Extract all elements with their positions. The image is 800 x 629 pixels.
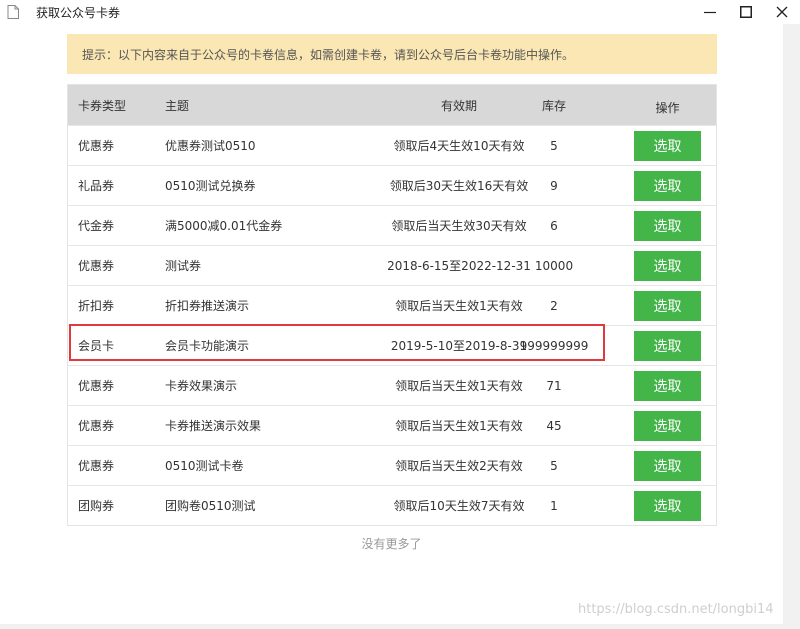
cell-name: 优惠券测试0510 — [165, 139, 256, 153]
close-button[interactable] — [764, 0, 800, 24]
table-header: 卡券类型 主题 有效期 库存 操作 — [68, 85, 716, 125]
minimize-icon — [704, 11, 716, 14]
cell-stock: 5 — [550, 138, 558, 153]
cell-op: 选取 — [634, 246, 701, 285]
table-row: 优惠券 0510测试卡卷 领取后当天生效2天有效 5 选取 — [68, 445, 716, 485]
cell-op: 选取 — [634, 166, 701, 205]
table-row: 优惠券 优惠券测试0510 领取后4天生效10天有效 5 选取 — [68, 125, 716, 165]
maximize-icon — [740, 6, 752, 18]
cell-stock: 10000 — [534, 258, 574, 273]
cell-name: 卡券效果演示 — [165, 379, 238, 393]
cell-type: 团购券 — [78, 499, 115, 513]
notice-text: 提示：以下内容来自于公众号的卡卷信息，如需创建卡卷，请到公众号后台卡卷功能中操作… — [82, 47, 575, 62]
horizontal-scrollbar[interactable] — [0, 624, 800, 629]
table-row: 礼品券 0510测试兑换券 领取后30天生效16天有效 9 选取 — [68, 165, 716, 205]
cell-op: 选取 — [634, 286, 701, 325]
table-row: 会员卡 会员卡功能演示 2019-5-10至2019-8-31 999999999 选取 — [68, 325, 716, 365]
header-name: 主题 — [165, 98, 190, 113]
cell-type: 代金券 — [78, 219, 115, 233]
table-row: 优惠券 测试券 2018-6-15至2022-12-31 10000 选取 — [68, 245, 716, 285]
header-stock: 库存 — [541, 98, 566, 113]
cell-stock: 9 — [550, 178, 558, 193]
vertical-scrollbar[interactable] — [783, 24, 800, 624]
watermark: https://blog.csdn.net/longbi14 — [578, 602, 774, 617]
cell-type: 优惠券 — [78, 139, 115, 153]
no-more-text: 没有更多了 — [361, 537, 422, 551]
maximize-button[interactable] — [728, 0, 764, 24]
cell-name: 测试券 — [165, 259, 202, 273]
cell-type: 优惠券 — [78, 259, 115, 273]
cell-stock: 999999999 — [519, 338, 589, 353]
header-type: 卡券类型 — [78, 98, 127, 113]
notice-banner: 提示：以下内容来自于公众号的卡卷信息，如需创建卡卷，请到公众号后台卡卷功能中操作… — [67, 34, 717, 74]
cell-stock: 71 — [546, 378, 562, 393]
select-button[interactable]: 选取 — [634, 330, 701, 361]
cell-name: 0510测试卡卷 — [165, 459, 244, 473]
minimize-button[interactable] — [692, 0, 728, 24]
document-icon — [7, 5, 19, 19]
cell-name: 团购卷0510测试 — [165, 499, 256, 513]
header-op: 操作 — [655, 100, 680, 115]
cell-op: 选取 — [634, 486, 701, 525]
cell-stock: 2 — [550, 298, 558, 313]
cell-stock: 1 — [550, 498, 558, 513]
select-button[interactable]: 选取 — [634, 370, 701, 401]
select-button[interactable]: 选取 — [634, 490, 701, 521]
cell-name: 会员卡功能演示 — [165, 339, 250, 353]
cell-op: 选取 — [634, 126, 701, 165]
cell-op: 选取 — [634, 326, 701, 365]
table-row: 团购券 团购卷0510测试 领取后10天生效7天有效 1 选取 — [68, 485, 716, 525]
cell-type: 优惠券 — [78, 459, 115, 473]
cell-type: 优惠券 — [78, 419, 115, 433]
table-row: 代金券 满5000减0.01代金券 领取后当天生效30天有效 6 选取 — [68, 205, 716, 245]
table-row: 优惠券 卡券效果演示 领取后当天生效1天有效 71 选取 — [68, 365, 716, 405]
select-button[interactable]: 选取 — [634, 450, 701, 481]
cell-stock: 45 — [546, 418, 562, 433]
select-button[interactable]: 选取 — [634, 170, 701, 201]
cell-type: 礼品券 — [78, 179, 115, 193]
table-body: 优惠券 优惠券测试0510 领取后4天生效10天有效 5 选取 礼品券 0510测试兑换券领… — [68, 125, 716, 525]
cell-type: 优惠券 — [78, 379, 115, 393]
window-titlebar: 获取公众号卡券 — [0, 0, 800, 25]
cell-name: 0510测试兑换券 — [165, 179, 256, 193]
select-button[interactable]: 选取 — [634, 210, 701, 241]
close-icon — [776, 6, 788, 18]
select-button[interactable]: 选取 — [634, 250, 701, 281]
cell-stock: 5 — [550, 458, 558, 473]
cell-op: 选取 — [634, 406, 701, 445]
select-button[interactable]: 选取 — [634, 130, 701, 161]
cell-name: 卡券推送演示效果 — [165, 419, 262, 433]
cell-op: 选取 — [634, 446, 701, 485]
coupon-table: 卡券类型 主题 有效期 库存 操作 优惠券 优惠券测试0510 领取后4天生效10天… — [67, 84, 717, 526]
window-title: 获取公众号卡券 — [36, 6, 121, 20]
cell-op: 选取 — [634, 206, 701, 245]
cell-op: 选取 — [634, 366, 701, 405]
cell-name: 满5000减0.01代金券 — [165, 219, 283, 233]
cell-stock: 6 — [550, 218, 558, 233]
table-row: 优惠券 卡券推送演示效果 领取后当天生效1天有效 45 选取 — [68, 405, 716, 445]
cell-name: 折扣券推送演示 — [165, 299, 250, 313]
cell-type: 会员卡 — [78, 339, 115, 353]
cell-type: 折扣券 — [78, 299, 115, 313]
select-button[interactable]: 选取 — [634, 290, 701, 321]
select-button[interactable]: 选取 — [634, 410, 701, 441]
table-row: 折扣券 折扣券推送演示 领取后当天生效1天有效 2 选取 — [68, 285, 716, 325]
